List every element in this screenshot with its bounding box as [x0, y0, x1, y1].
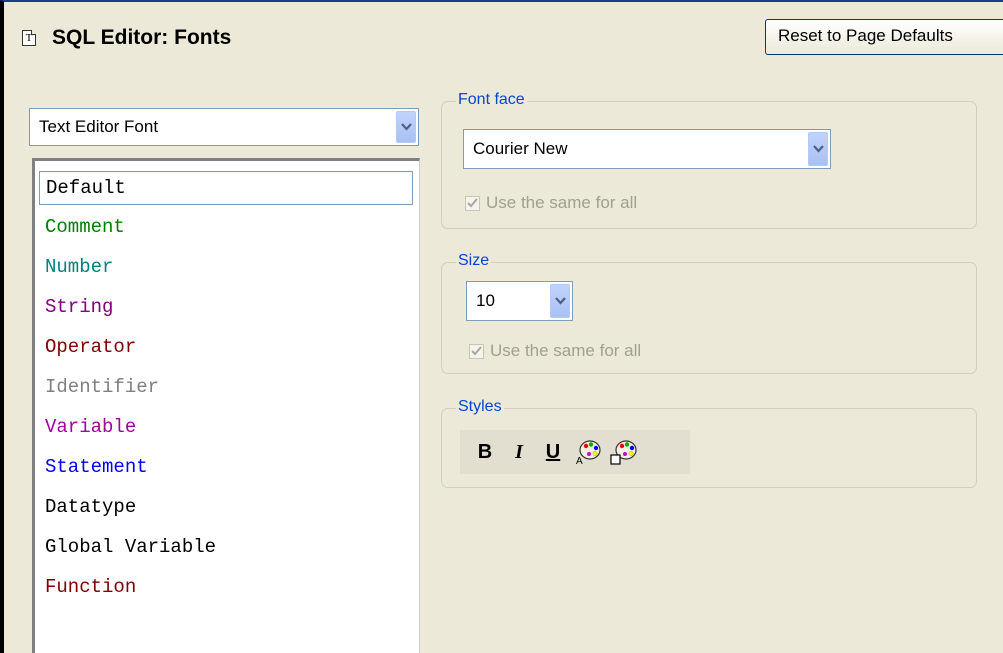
- token-list-item[interactable]: Statement: [39, 451, 413, 485]
- token-list-item[interactable]: Global Variable: [39, 531, 413, 565]
- token-list-item[interactable]: Default: [39, 171, 413, 205]
- token-list-item[interactable]: Comment: [39, 211, 413, 245]
- styles-toolbar: B I U A: [460, 430, 690, 474]
- bold-button[interactable]: B: [472, 437, 498, 467]
- reset-to-defaults-button[interactable]: Reset to Page Defaults: [765, 19, 1003, 55]
- size-same-for-all-checkbox[interactable]: [469, 343, 484, 359]
- token-list[interactable]: Default Comment Number String Operator Identi…: [32, 158, 420, 653]
- underline-button[interactable]: U: [540, 437, 566, 467]
- token-list-item[interactable]: String: [39, 291, 413, 325]
- text-color-letter: A: [576, 456, 583, 466]
- chevron-down-icon[interactable]: [808, 132, 828, 166]
- font-face-same-for-all-label: Use the same for all: [486, 193, 638, 212]
- font-category-select[interactable]: Text Editor Font: [29, 108, 419, 146]
- font-size-value: 10: [476, 291, 495, 310]
- page-header: T SQL Editor: Fonts: [22, 18, 231, 58]
- font-size-select[interactable]: 10: [466, 281, 573, 321]
- font-face-legend: Font face: [456, 91, 527, 109]
- token-list-item[interactable]: Datatype: [39, 491, 413, 525]
- token-list-item[interactable]: Function: [39, 571, 413, 605]
- text-color-palette-icon[interactable]: A: [574, 437, 602, 467]
- token-list-item[interactable]: Variable: [39, 411, 413, 445]
- size-legend: Size: [456, 252, 492, 270]
- italic-button[interactable]: I: [506, 437, 532, 467]
- font-face-same-for-all-row[interactable]: Use the same for all: [465, 193, 637, 213]
- font-face-select[interactable]: Courier New: [463, 129, 831, 169]
- chevron-down-icon[interactable]: [396, 111, 416, 143]
- page-icon: T: [22, 30, 36, 46]
- size-same-for-all-row[interactable]: Use the same for all: [469, 341, 641, 361]
- token-list-item[interactable]: Operator: [39, 331, 413, 365]
- font-category-value: Text Editor Font: [39, 117, 159, 136]
- token-list-item[interactable]: Number: [39, 251, 413, 285]
- background-color-palette-icon[interactable]: [610, 437, 638, 467]
- styles-legend: Styles: [456, 398, 504, 416]
- font-face-same-for-all-checkbox[interactable]: [465, 195, 480, 211]
- size-same-for-all-label: Use the same for all: [490, 341, 642, 360]
- font-face-value: Courier New: [473, 139, 568, 158]
- chevron-down-icon[interactable]: [550, 284, 570, 318]
- page-title: SQL Editor: Fonts: [52, 26, 232, 49]
- token-list-item[interactable]: Identifier: [39, 371, 413, 405]
